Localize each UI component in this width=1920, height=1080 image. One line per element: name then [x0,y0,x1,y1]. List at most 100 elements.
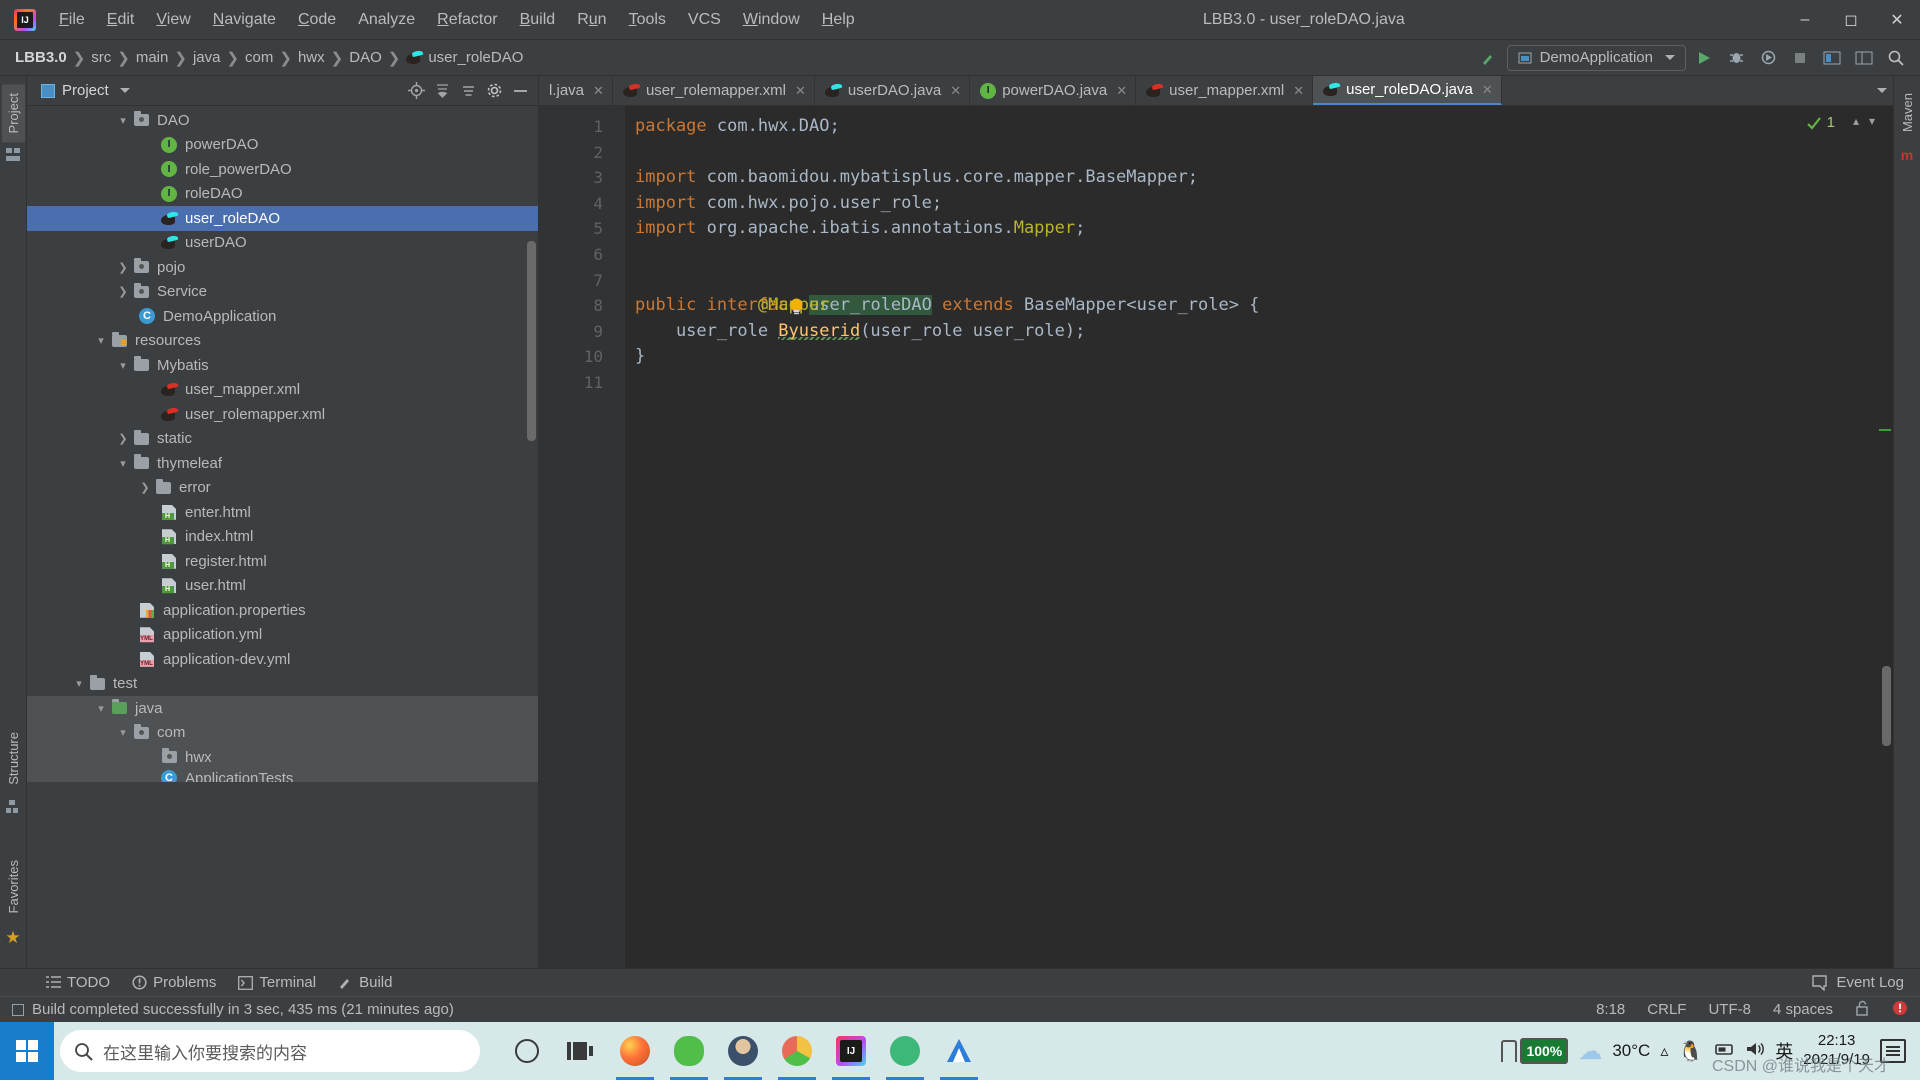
bottom-tab-todo[interactable]: TODO [36,971,120,994]
close-tab-icon[interactable]: ✕ [593,83,604,99]
line-separator[interactable]: CRLF [1647,1001,1686,1018]
run-with-coverage-button[interactable] [1754,45,1782,71]
cloud-icon[interactable]: ☁ [1578,1037,1602,1066]
menu-refactor[interactable]: Refactor [426,7,508,33]
close-button[interactable]: ✕ [1874,0,1920,40]
unlocked-icon[interactable] [1855,1000,1870,1020]
tree-row-powerdao[interactable]: I powerDAO [27,133,538,158]
sidebar-tab-favorites[interactable]: Favorites [2,851,25,922]
breadcrumb-item-project[interactable]: LBB3.0 [10,47,72,68]
task-view-icon[interactable] [554,1022,608,1080]
menu-vcs[interactable]: VCS [677,7,732,33]
chevron-down-icon[interactable]: ▾ [93,334,109,347]
project-panel-title[interactable]: Project [41,82,130,99]
chevron-down-icon[interactable]: ▾ [93,702,109,715]
menu-edit[interactable]: Edit [96,7,146,33]
sidebar-tab-structure[interactable]: Structure [2,723,25,794]
tree-row-demoapplication[interactable]: C DemoApplication [27,304,538,329]
run-button[interactable] [1690,45,1718,71]
tree-row-thymeleaf[interactable]: ▾ thymeleaf [27,451,538,476]
error-badge-icon[interactable] [1892,1000,1908,1020]
menu-run[interactable]: Run [566,7,617,33]
run-configuration-selector[interactable]: DemoApplication [1506,44,1686,71]
menu-build[interactable]: Build [509,7,567,33]
search-everywhere-icon[interactable] [1882,45,1910,71]
chevron-right-icon[interactable]: ❯ [115,261,131,274]
editor-vertical-scrollbar[interactable] [1882,666,1891,746]
tree-row-user-mapper-xml[interactable]: user_mapper.xml [27,378,538,403]
intention-bulb-icon[interactable] [646,273,803,315]
menu-analyze[interactable]: Analyze [347,7,426,33]
structure-icon[interactable] [5,799,21,817]
qq-penguin-icon[interactable]: 🐧 [1678,1039,1703,1064]
close-tab-icon[interactable]: ✕ [795,83,806,99]
tree-row-roledao[interactable]: I roleDAO [27,182,538,207]
wechat-icon[interactable] [662,1022,716,1080]
close-tab-icon[interactable]: ✕ [1482,82,1493,98]
code-editor[interactable]: 1 2 3 4 5 6 7 8 9 10 11 package com.hwx.… [539,106,1893,968]
editor-tab-user-roledao-java[interactable]: user_roleDAO.java ✕ [1313,76,1502,105]
tree-row-applicationtests[interactable]: C ApplicationTests [27,769,538,782]
indent-setting[interactable]: 4 spaces [1773,1001,1833,1018]
app-blue-icon[interactable] [932,1022,986,1080]
tree-row-test-com[interactable]: ▾ com [27,720,538,745]
updates-icon[interactable] [1818,45,1846,71]
structure-thumbnail-icon[interactable] [5,148,21,165]
chrome-icon[interactable] [770,1022,824,1080]
close-tab-icon[interactable]: ✕ [950,83,961,99]
hide-panel-icon[interactable] [508,79,532,103]
code-content[interactable]: package com.hwx.DAO; import com.baomidou… [625,106,1893,968]
battery-indicator[interactable]: 100% [1501,1038,1569,1064]
chevron-down-icon[interactable]: ▾ [115,726,131,739]
star-icon[interactable]: ★ [5,928,20,948]
breadcrumb-item-com[interactable]: com [240,47,278,68]
chevron-down-icon[interactable] [1877,88,1887,93]
tree-row-user-roledao[interactable]: user_roleDAO [27,206,538,231]
editor-tab-user-rolemapper-xml[interactable]: user_rolemapper.xml ✕ [613,76,815,105]
editor-gutter[interactable]: 1 2 3 4 5 6 7 8 9 10 11 [539,106,611,968]
sidebar-tab-maven[interactable]: Maven [1896,84,1919,141]
breadcrumb-item-hwx[interactable]: hwx [293,47,330,68]
breadcrumb-item-dao[interactable]: DAO [344,47,387,68]
chevron-down-icon[interactable]: ▾ [115,457,131,470]
inspection-status[interactable]: 1 [1806,114,1835,131]
tree-row-application-yml[interactable]: application.yml [27,623,538,648]
windows-start-icon[interactable] [0,1022,54,1080]
caret-position[interactable]: 8:18 [1596,1001,1625,1018]
tree-row-application-properties[interactable]: application.properties [27,598,538,623]
breadcrumb-item-src[interactable]: src [86,47,116,68]
menu-code[interactable]: Code [287,7,347,33]
expand-all-icon[interactable] [430,79,454,103]
locate-icon[interactable] [404,79,428,103]
project-tree[interactable]: ▾ DAO I powerDAO I role_powerDAO I roleD… [27,106,538,968]
tree-row-dao[interactable]: ▾ DAO [27,108,538,133]
menu-view[interactable]: View [145,7,201,33]
tree-row-test-java[interactable]: ▾ java [27,696,538,721]
stop-button[interactable] [1786,45,1814,71]
chevron-up-icon[interactable]: ▵ [1660,1041,1668,1061]
menu-tools[interactable]: Tools [618,7,677,33]
editor-tab-powerdao-java[interactable]: I powerDAO.java ✕ [970,76,1137,105]
menu-navigate[interactable]: Navigate [202,7,287,33]
tree-row-test-hwx[interactable]: hwx [27,745,538,770]
bottom-tab-terminal[interactable]: Terminal [228,971,326,994]
chevron-down-icon[interactable]: ▾ [71,677,87,690]
app-green-icon[interactable] [878,1022,932,1080]
maven-icon[interactable]: m [1901,147,1913,163]
chevron-right-icon[interactable]: ❯ [115,432,131,445]
maximize-button[interactable]: ◻ [1828,0,1874,40]
tree-row-userdao[interactable]: userDAO [27,231,538,256]
tree-row-user-html[interactable]: user.html [27,574,538,599]
minimize-button[interactable]: – [1782,0,1828,40]
chevron-down-icon[interactable]: ▾ [115,114,131,127]
chevron-right-icon[interactable]: ❯ [115,285,131,298]
tree-row-user-rolemapper-xml[interactable]: user_rolemapper.xml [27,402,538,427]
collapse-all-icon[interactable] [456,79,480,103]
tree-row-pojo[interactable]: ❯ pojo [27,255,538,280]
tree-row-resources[interactable]: ▾ resources [27,329,538,354]
tree-row-service[interactable]: ❯ Service [27,280,538,305]
next-highlight-icon[interactable]: ▾ [1869,114,1875,128]
error-stripe-marker[interactable] [1879,429,1891,431]
event-log-button[interactable]: Event Log [1811,974,1920,991]
tree-row-register-html[interactable]: register.html [27,549,538,574]
